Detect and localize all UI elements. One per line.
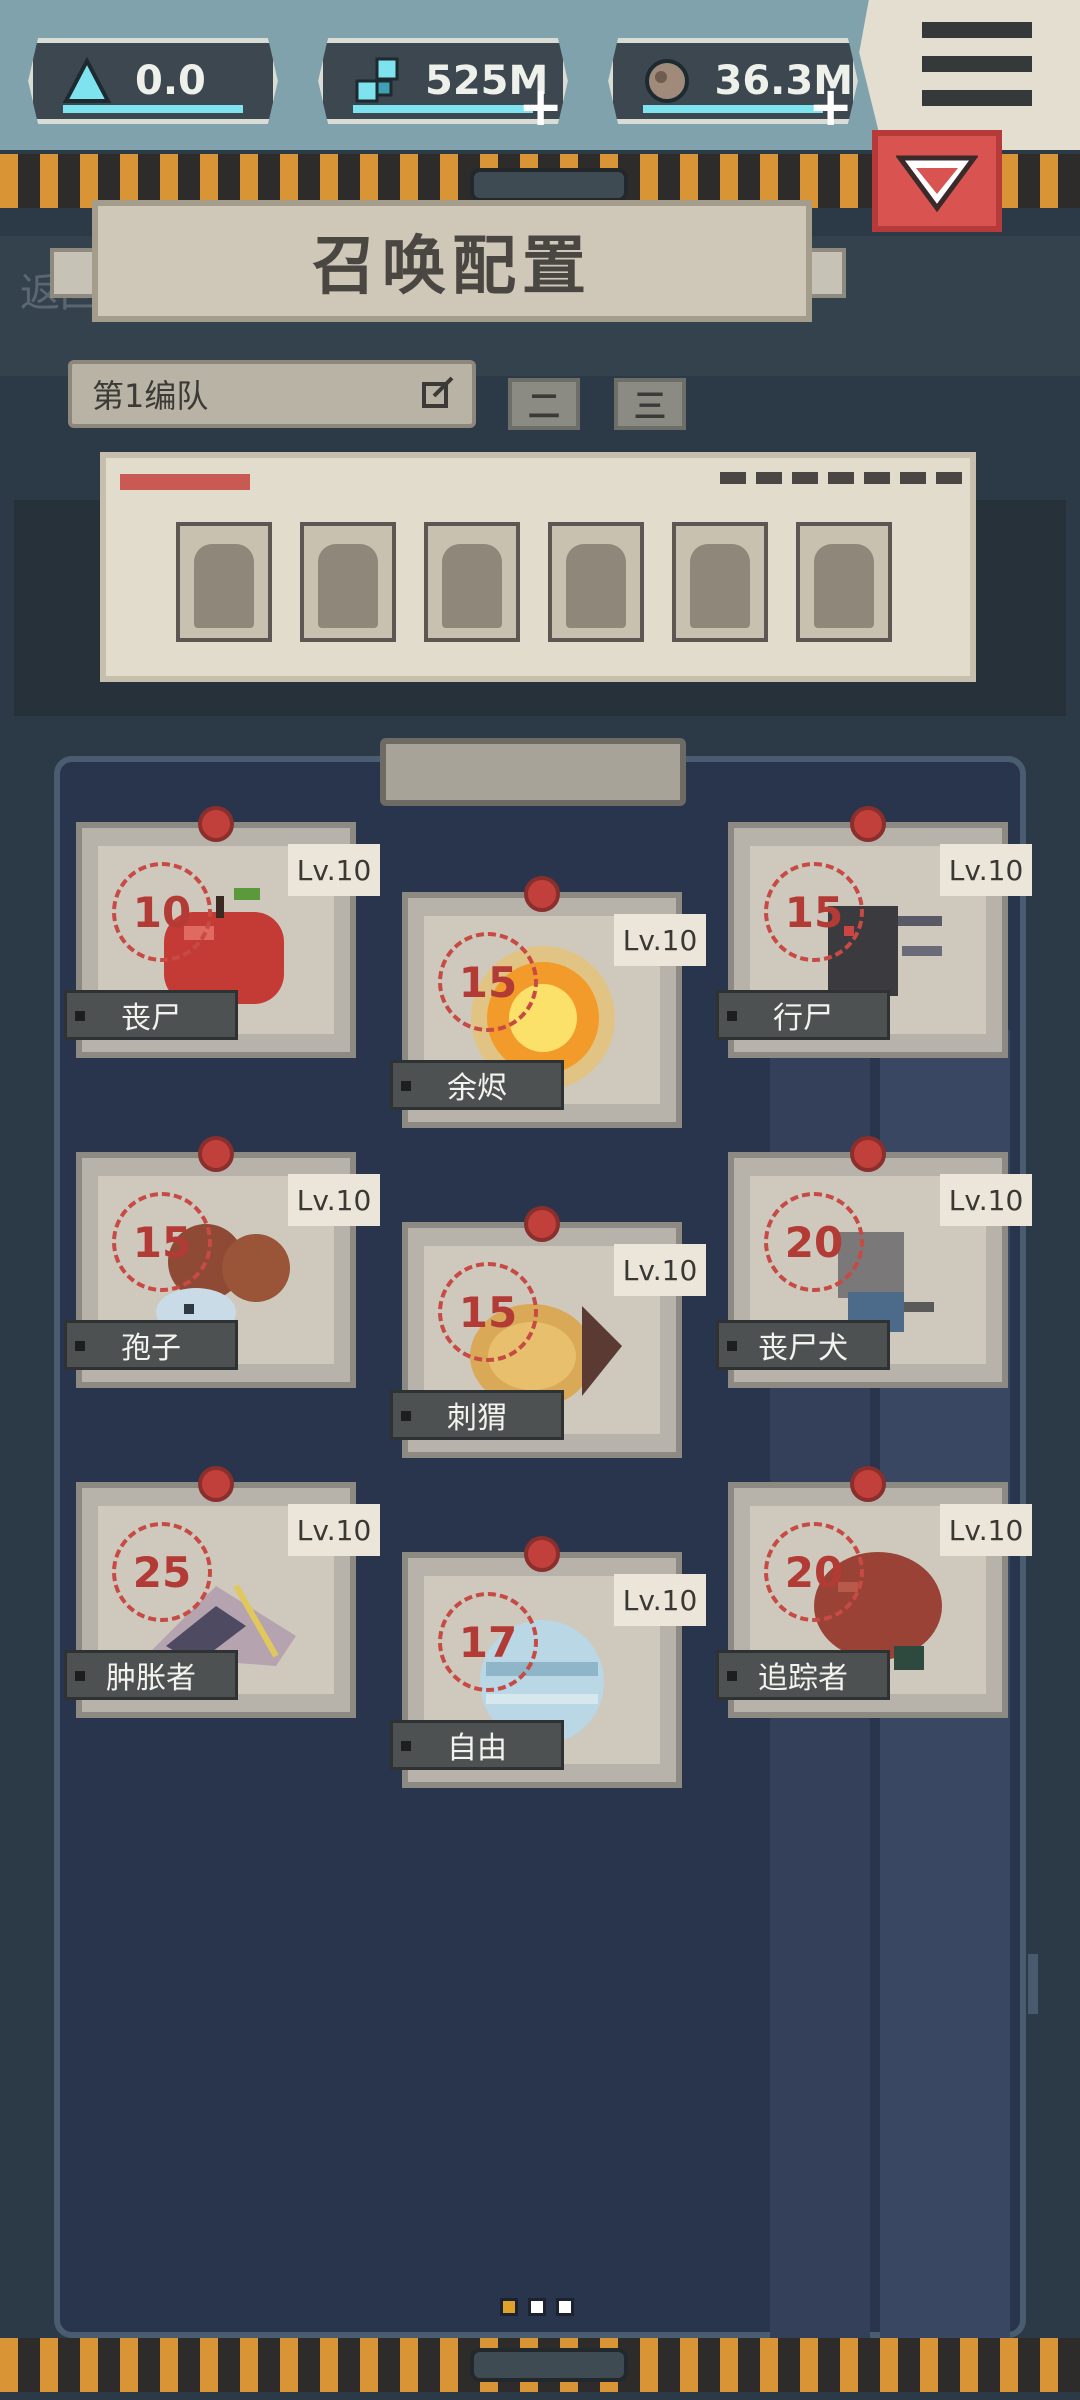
pin-icon: [524, 876, 560, 912]
level-label: Lv.10: [288, 1504, 380, 1556]
cost-badge: 20: [764, 1522, 864, 1622]
page-indicator: [500, 2298, 574, 2316]
card-name: 追踪者: [716, 1650, 890, 1700]
card-name: 肿胀者: [64, 1650, 238, 1700]
page-dot-1[interactable]: [500, 2298, 518, 2316]
formation-panel: [100, 452, 976, 682]
currency-underline: [63, 105, 243, 113]
cells-icon: [349, 53, 405, 109]
empty-slot-silhouette: [442, 544, 502, 628]
cost-badge: 15: [438, 932, 538, 1032]
page-dot-2[interactable]: [528, 2298, 546, 2316]
triangle-currency[interactable]: 0.0: [28, 38, 278, 124]
currency-underline: [353, 105, 533, 113]
tape-mark: [120, 474, 250, 490]
edit-icon[interactable]: [420, 376, 456, 412]
level-label: Lv.10: [614, 914, 706, 966]
triangle-icon: [59, 53, 115, 109]
dash-decoration: [720, 472, 962, 484]
squad-tab-3[interactable]: 三: [614, 378, 686, 430]
level-label: Lv.10: [614, 1244, 706, 1296]
level-label: Lv.10: [940, 844, 1032, 896]
cost-badge: 10: [112, 862, 212, 962]
unit-card-freedom[interactable]: 17 Lv.10 自由: [390, 1536, 706, 1788]
pin-icon: [198, 806, 234, 842]
formation-slot-2[interactable]: [300, 522, 396, 642]
empty-slot-silhouette: [814, 544, 874, 628]
unit-card-bloater[interactable]: 25 Lv.10 肿胀者: [64, 1466, 380, 1718]
chevron-down-icon: [896, 155, 978, 213]
pin-icon: [198, 1466, 234, 1502]
squad-name: 第1编队: [92, 377, 209, 415]
pin-icon: [850, 1466, 886, 1502]
unit-card-hedgehog[interactable]: 15 Lv.10 刺猬: [390, 1206, 706, 1458]
orb-icon: [639, 53, 695, 109]
empty-slot-silhouette: [566, 544, 626, 628]
level-label: Lv.10: [940, 1504, 1032, 1556]
card-name: 自由: [390, 1720, 564, 1770]
squad-tab-2[interactable]: 二: [508, 378, 580, 430]
unit-card-spore[interactable]: 15 Lv.10 孢子: [64, 1136, 380, 1388]
collapse-button[interactable]: [872, 130, 1002, 232]
unit-card-walker[interactable]: 15 Lv.10 行尸: [716, 806, 1032, 1058]
cost-badge: 17: [438, 1592, 538, 1692]
formation-slot-6[interactable]: [796, 522, 892, 642]
formation-slot-4[interactable]: [548, 522, 644, 642]
cost-badge: 15: [112, 1192, 212, 1292]
top-rail: [470, 168, 628, 202]
board-side-handle: [1028, 1954, 1038, 2014]
triangle-currency-value: 0.0: [135, 58, 206, 104]
cost-badge: 15: [438, 1262, 538, 1362]
pin-icon: [524, 1536, 560, 1572]
card-name: 余烬: [390, 1060, 564, 1110]
menu-icon[interactable]: [922, 22, 1032, 106]
unit-card-zombie-dog[interactable]: 20 Lv.10 丧尸犬: [716, 1136, 1032, 1388]
empty-slot-silhouette: [690, 544, 750, 628]
page-title: 召唤配置: [92, 200, 812, 322]
pin-icon: [198, 1136, 234, 1172]
level-label: Lv.10: [940, 1174, 1032, 1226]
page-dot-3[interactable]: [556, 2298, 574, 2316]
card-name: 行尸: [716, 990, 890, 1040]
card-name: 孢子: [64, 1320, 238, 1370]
unit-card-stalker[interactable]: 20 Lv.10 追踪者: [716, 1466, 1032, 1718]
card-name: 丧尸: [64, 990, 238, 1040]
add-cells-button[interactable]: +: [518, 80, 563, 134]
pin-icon: [524, 1206, 560, 1242]
board-clip: [380, 738, 686, 806]
currency-underline: [643, 105, 823, 113]
bottom-rail: [470, 2348, 628, 2382]
pin-icon: [850, 1136, 886, 1172]
unit-card-zombie[interactable]: 10 Lv.10 丧尸: [64, 806, 380, 1058]
cost-badge: 25: [112, 1522, 212, 1622]
formation-slot-3[interactable]: [424, 522, 520, 642]
cost-badge: 15: [764, 862, 864, 962]
empty-slot-silhouette: [318, 544, 378, 628]
level-label: Lv.10: [288, 1174, 380, 1226]
cost-badge: 20: [764, 1192, 864, 1292]
unit-card-ember[interactable]: 15 Lv.10 余烬: [390, 876, 706, 1128]
add-orb-button[interactable]: +: [808, 80, 853, 134]
formation-slot-1[interactable]: [176, 522, 272, 642]
card-name: 丧尸犬: [716, 1320, 890, 1370]
squad-selector[interactable]: 第1编队: [68, 360, 476, 428]
empty-slot-silhouette: [194, 544, 254, 628]
level-label: Lv.10: [614, 1574, 706, 1626]
level-label: Lv.10: [288, 844, 380, 896]
pin-icon: [850, 806, 886, 842]
card-name: 刺猬: [390, 1390, 564, 1440]
formation-slot-5[interactable]: [672, 522, 768, 642]
